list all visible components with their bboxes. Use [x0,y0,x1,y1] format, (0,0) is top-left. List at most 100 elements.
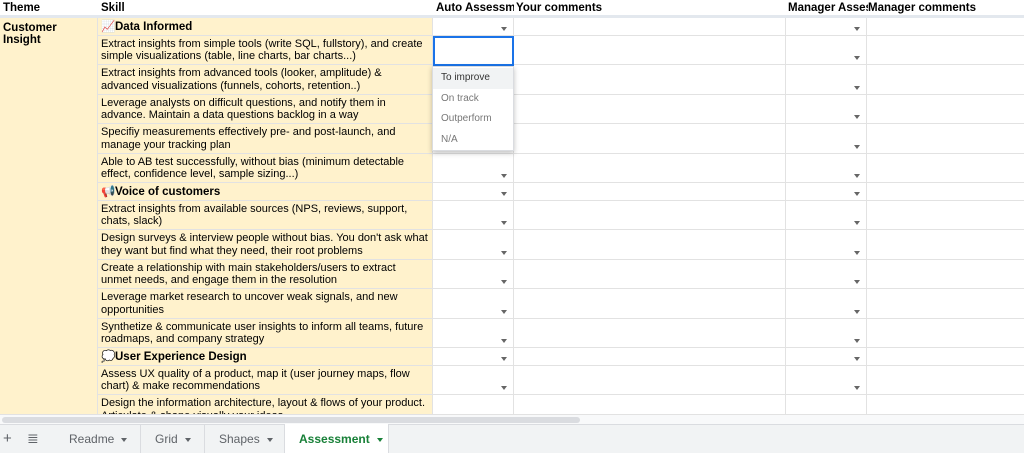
your-comments-cell[interactable] [514,259,786,288]
manager-comments-cell[interactable] [867,260,1024,289]
auto-assessment-cell[interactable] [433,348,514,365]
header-manager-assessment[interactable]: Manager Assessment [788,2,868,14]
manager-comments-cell[interactable] [867,395,1024,414]
manager-comments-cell[interactable] [867,36,1024,65]
skill-cell[interactable]: Extract insights from advanced tools (lo… [98,65,433,94]
dropdown-option-on-track[interactable]: On track [433,89,513,110]
dropdown-arrow-icon[interactable] [854,386,860,390]
your-comments-cell[interactable] [514,18,786,35]
manager-comments-cell[interactable] [867,65,1024,94]
your-comments-cell[interactable] [514,124,786,153]
dropdown-arrow-icon[interactable] [854,26,860,31]
dropdown-arrow-icon[interactable] [501,191,507,196]
manager-comments-cell[interactable] [867,289,1024,318]
manager-assessment-cell[interactable] [786,124,867,153]
auto-assessment-cell[interactable] [433,318,514,347]
auto-assessment-cell[interactable] [433,365,514,394]
manager-assessment-cell[interactable] [786,259,867,288]
section-title-cell[interactable]: 💭User Experience Design [98,348,433,365]
dropdown-arrow-icon[interactable] [854,115,860,119]
manager-assessment-cell[interactable] [786,94,867,123]
manager-comments-cell[interactable] [867,319,1024,348]
scrollbar-thumb[interactable] [2,417,580,423]
manager-comments-cell[interactable] [867,124,1024,153]
header-your-comments[interactable]: Your comments [516,2,784,14]
your-comments-cell[interactable] [514,318,786,347]
chevron-down-icon[interactable] [184,437,191,442]
auto-assessment-cell[interactable] [433,289,514,318]
skill-cell[interactable]: Extract insights from available sources … [98,200,433,229]
skill-cell[interactable]: Design the information architecture, lay… [98,395,433,414]
manager-assessment-cell[interactable] [786,395,867,414]
manager-comments-cell[interactable] [867,230,1024,259]
horizontal-scrollbar[interactable] [0,414,1024,424]
auto-assessment-cell[interactable] [433,259,514,288]
skill-cell[interactable]: Extract insights from simple tools (writ… [98,35,433,64]
skill-cell[interactable]: Synthetize & communicate user insights t… [98,318,433,347]
dropdown-arrow-icon[interactable] [501,250,507,255]
header-auto-assessment[interactable]: Auto Assessment [436,2,514,14]
manager-assessment-cell[interactable] [786,318,867,347]
add-sheet-icon[interactable]: + [3,430,12,447]
skill-cell[interactable]: Able to AB test successfully, without bi… [98,153,433,182]
your-comments-cell[interactable] [514,289,786,318]
header-skill[interactable]: Skill [101,2,431,14]
dropdown-option-to-improve[interactable]: To improve [433,68,513,89]
manager-assessment-cell[interactable] [786,200,867,229]
your-comments-cell[interactable] [514,65,786,94]
auto-assessment-cell[interactable] [433,18,514,35]
skill-cell[interactable]: Design surveys & interview people withou… [98,230,433,259]
dropdown-arrow-icon[interactable] [501,26,507,31]
skill-cell[interactable]: Assess UX quality of a product, map it (… [98,365,433,394]
manager-comments-cell[interactable] [867,201,1024,230]
tab-assessment[interactable]: Assessment [285,424,389,453]
dropdown-arrow-icon[interactable] [501,309,507,314]
your-comments-cell[interactable] [514,200,786,229]
dropdown-arrow-icon[interactable] [501,221,507,225]
dropdown-option-na[interactable]: N/A [433,130,513,151]
auto-assessment-cell[interactable] [433,200,514,229]
your-comments-cell[interactable] [514,183,786,200]
manager-assessment-cell[interactable] [786,65,867,94]
manager-assessment-cell[interactable] [786,365,867,394]
auto-assessment-cell[interactable] [433,153,514,182]
dropdown-arrow-icon[interactable] [854,356,860,361]
skill-cell[interactable]: Leverage analysts on difficult questions… [98,94,433,123]
manager-comments-cell[interactable] [867,18,1024,35]
tab-shapes[interactable]: Shapes [205,425,285,453]
auto-assessment-cell[interactable] [433,183,514,200]
dropdown-arrow-icon[interactable] [854,56,860,60]
dropdown-arrow-icon[interactable] [501,339,507,343]
manager-comments-cell[interactable] [867,154,1024,183]
your-comments-cell[interactable] [514,395,786,414]
dropdown-arrow-icon[interactable] [854,174,860,178]
chevron-down-icon[interactable] [266,437,273,442]
manager-assessment-cell[interactable] [786,153,867,182]
your-comments-cell[interactable] [514,348,786,365]
your-comments-cell[interactable] [514,94,786,123]
dropdown-arrow-icon[interactable] [854,339,860,343]
dropdown-arrow-icon[interactable] [501,280,507,284]
manager-assessment-cell[interactable] [786,230,867,259]
manager-assessment-cell[interactable] [786,289,867,318]
manager-comments-cell[interactable] [867,95,1024,124]
manager-assessment-cell[interactable] [786,35,867,64]
your-comments-cell[interactable] [514,153,786,182]
dropdown-arrow-icon[interactable] [501,174,507,178]
dropdown-arrow-icon[interactable] [501,386,507,390]
your-comments-cell[interactable] [514,365,786,394]
header-theme[interactable]: Theme [3,2,97,14]
your-comments-cell[interactable] [514,35,786,64]
dropdown-option-outperform[interactable]: Outperform [433,109,513,130]
dropdown-arrow-icon[interactable] [854,85,860,90]
manager-comments-cell[interactable] [867,348,1024,365]
manager-comments-cell[interactable] [867,366,1024,395]
tab-grid[interactable]: Grid [141,425,205,453]
dropdown-arrow-icon[interactable] [854,191,860,196]
header-manager-comments[interactable]: Manager comments [868,2,1024,14]
manager-assessment-cell[interactable] [786,183,867,200]
manager-comments-cell[interactable] [867,183,1024,200]
chevron-down-icon[interactable] [121,437,128,442]
section-title-cell[interactable]: 📈Data Informed [98,18,433,35]
active-cell-selection[interactable] [433,36,514,66]
